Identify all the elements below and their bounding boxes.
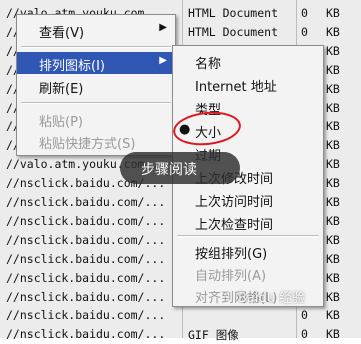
step-reading-button[interactable]: 步骤阅读: [120, 152, 240, 184]
size-unit-cell: KB: [326, 24, 340, 39]
menu-separator: [21, 102, 171, 104]
file-size-cell: 0: [301, 6, 308, 20]
size-unit-cell: KB: [326, 251, 340, 266]
file-name-cell: //nsclick.baidu.com/...: [6, 289, 166, 304]
file-size-cell: 0: [301, 308, 308, 323]
file-size-cell: 0: [301, 327, 308, 342]
size-unit-cell: KB: [326, 157, 340, 172]
menu-item-label: 查看(V): [39, 26, 85, 41]
size-unit-cell: KB: [326, 81, 340, 96]
size-unit-cell: KB: [326, 119, 340, 134]
file-name-cell: //nsclick.baidu.com/...: [6, 327, 166, 342]
table-row[interactable]: //nsclick.baidu.com/... GIF 图像 0 KB: [0, 324, 361, 344]
size-unit-cell: KB: [326, 213, 340, 228]
submenu-item-last-accessed[interactable]: 上次访问时间: [173, 188, 323, 210]
submenu-item-label: 自动排列(A): [195, 269, 267, 284]
menu-separator: [177, 235, 319, 237]
size-unit-cell: KB: [326, 308, 340, 323]
size-unit-cell: KB: [326, 100, 340, 115]
size-unit-cell: KB: [326, 195, 340, 209]
file-type-cell: HTML Document: [188, 24, 279, 39]
menu-item-refresh[interactable]: 刷新(E): [17, 75, 175, 97]
table-row[interactable]: //nsclick.baidu.com/... 0 KB: [0, 305, 361, 325]
step-reading-label: 步骤阅读: [141, 162, 197, 178]
file-name-cell: //nsclick.baidu.com/...: [6, 270, 166, 285]
size-unit-cell: KB: [326, 270, 340, 285]
submenu-item-name[interactable]: 名称: [173, 50, 323, 72]
submenu-item-auto-arrange[interactable]: 自动排列(A): [173, 262, 323, 284]
size-unit-cell: KB: [326, 176, 340, 191]
watermark-logo: Baidu 经验: [238, 291, 306, 306]
menu-item-label: 排列图标(I): [39, 59, 105, 74]
submenu-arrow-icon: ▶: [159, 22, 167, 33]
submenu-item-label: 上次访问时间: [195, 195, 274, 210]
size-unit-cell: KB: [326, 43, 340, 58]
size-unit-cell: KB: [326, 6, 340, 20]
submenu-item-label: 按组排列(G): [195, 247, 268, 262]
submenu-item-group-by[interactable]: 按组排列(G): [173, 240, 323, 262]
file-type-cell: GIF 图像: [188, 328, 239, 343]
menu-separator: [21, 46, 171, 48]
file-size-cell: 0: [301, 24, 308, 39]
menu-item-view[interactable]: 查看(V) ▶: [17, 19, 175, 41]
size-unit-cell: KB: [326, 232, 340, 247]
submenu-item-label: 名称: [195, 57, 222, 72]
file-name-cell: //nsclick.baidu.com/...: [6, 308, 166, 323]
submenu-item-internet-address[interactable]: Internet 地址: [173, 73, 323, 95]
submenu-item-label: 上次检查时间: [195, 218, 274, 233]
size-unit-cell: KB: [326, 138, 340, 153]
menu-item-label: 刷新(E): [39, 82, 84, 97]
size-unit-cell: KB: [326, 327, 340, 342]
size-unit-cell: KB: [326, 289, 340, 304]
context-menu: 查看(V) ▶ 排列图标(I) ▶ 刷新(E) 粘贴(P) 粘贴快捷方式(S): [16, 14, 176, 156]
submenu-arrow-icon: ▶: [159, 55, 167, 66]
menu-item-label: 粘贴快捷方式(S): [39, 137, 136, 152]
file-type-cell: HTML Document: [188, 6, 279, 20]
menu-item-paste-shortcut[interactable]: 粘贴快捷方式(S): [17, 130, 175, 152]
submenu-item-label: Internet 地址: [195, 80, 277, 95]
file-name-cell: //nsclick.baidu.com/...: [6, 195, 166, 209]
file-name-cell: //nsclick.baidu.com/...: [6, 232, 166, 247]
menu-item-paste[interactable]: 粘贴(P): [17, 108, 175, 130]
file-name-cell: //nsclick.baidu.com/...: [6, 251, 166, 266]
submenu-item-last-checked[interactable]: 上次检查时间: [173, 211, 323, 233]
menu-item-label: 粘贴(P): [39, 115, 83, 130]
menu-item-arrange-icons[interactable]: 排列图标(I) ▶: [17, 52, 175, 74]
file-name-cell: //nsclick.baidu.com/...: [6, 213, 166, 228]
size-unit-cell: KB: [326, 62, 340, 77]
